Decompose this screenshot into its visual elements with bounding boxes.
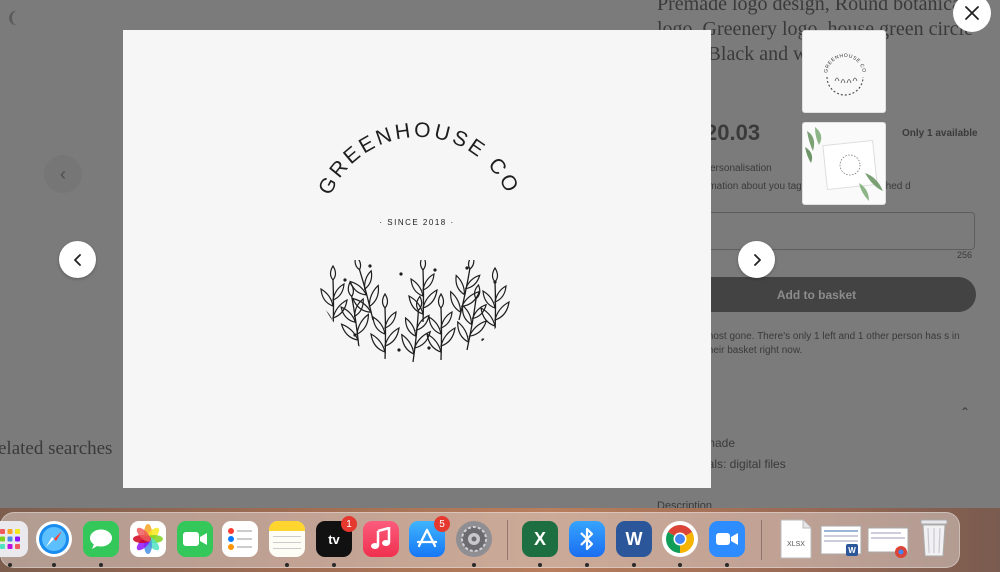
dock-app-store[interactable]: 5	[409, 516, 450, 557]
dock-excel[interactable]: X	[522, 521, 558, 557]
dock-running-indicator	[99, 563, 103, 567]
dock-music[interactable]	[363, 521, 399, 557]
trash-icon	[920, 519, 948, 557]
appletv-icon: tv	[328, 531, 340, 547]
dock-running-indicator	[678, 563, 682, 567]
chevron-left-icon	[73, 253, 81, 266]
dock-bluetooth[interactable]	[569, 521, 605, 557]
char-counter: 256	[957, 250, 973, 260]
listing-image-viewer: GREENHOUSE CO · SINCE 2018 ·	[123, 30, 711, 488]
zoom-icon	[716, 533, 738, 545]
xlsx-document-icon: XLSX	[780, 519, 812, 559]
chevron-right-icon	[753, 253, 761, 266]
dock-trash[interactable]	[916, 516, 952, 563]
chrome-document-icon	[867, 527, 909, 558]
dock-running-indicator	[725, 563, 729, 567]
dock-safari[interactable]	[36, 521, 72, 557]
facetime-icon	[183, 532, 207, 546]
dock-running-indicator	[8, 563, 12, 567]
description-heading: Description	[657, 500, 713, 508]
dock-facetime[interactable]	[177, 521, 213, 557]
dock-separator	[507, 520, 508, 560]
logo-arc-text: GREENHOUSE CO	[314, 119, 521, 199]
dock-reminders[interactable]	[222, 521, 258, 557]
dock-running-indicator	[285, 563, 289, 567]
thumbnail-2[interactable]	[802, 122, 886, 205]
bluetooth-icon	[580, 527, 594, 551]
safari-icon	[39, 524, 69, 554]
word-icon: W	[625, 528, 643, 549]
dock-apple-tv[interactable]: tv 1	[316, 516, 357, 557]
leaf-pattern-icon	[318, 260, 510, 364]
thumbnail-logo-icon: GREENHOUSE CO	[803, 31, 885, 112]
notes-icon	[269, 521, 305, 549]
dock-running-indicator	[585, 563, 589, 567]
dock-xlsx-document[interactable]: XLSX	[775, 518, 815, 565]
dock-photos[interactable]	[130, 521, 166, 557]
dock-word[interactable]: W	[616, 521, 652, 557]
next-image-button[interactable]	[738, 241, 775, 278]
dock-separator	[761, 520, 762, 560]
dock-running-indicator	[632, 563, 636, 567]
related-searches-heading: elated searches	[0, 438, 113, 459]
messages-icon	[90, 529, 112, 549]
settings-icon	[461, 526, 487, 552]
svg-text:GREENHOUSE CO: GREENHOUSE CO	[314, 119, 524, 199]
word-document-icon: W	[820, 525, 862, 556]
dock-chrome[interactable]	[662, 521, 698, 557]
dock-messages[interactable]	[83, 521, 119, 557]
stock-label: Only 1 available	[902, 128, 978, 139]
dock-word-document[interactable]: W	[820, 524, 864, 565]
dock-system-preferences[interactable]	[456, 521, 492, 557]
thumbnail-mockup-icon	[803, 123, 885, 204]
thumbnail-1[interactable]: GREENHOUSE CO	[802, 30, 886, 113]
launchpad-icon	[0, 529, 20, 549]
appstore-icon	[416, 528, 438, 548]
photos-icon	[133, 524, 163, 554]
chrome-icon	[666, 525, 694, 553]
personalisation-label: ersonalisation	[710, 163, 772, 174]
dock-zoom[interactable]	[709, 521, 745, 557]
dock-running-indicator	[538, 563, 542, 567]
music-icon	[371, 527, 391, 549]
dock-chrome-document[interactable]	[867, 526, 911, 565]
logo-since-text: · SINCE 2018 ·	[379, 218, 454, 227]
word-doc-label: W	[848, 546, 856, 555]
notification-badge: 1	[341, 516, 357, 532]
dock-running-indicator	[332, 563, 336, 567]
xlsx-label: XLSX	[787, 541, 805, 548]
almost-gone-notice: most gone. There's only 1 left and 1 oth…	[705, 331, 960, 356]
dock-launchpad[interactable]	[0, 521, 28, 557]
sticker-icon: ❨	[6, 10, 20, 27]
dock-notes[interactable]	[269, 521, 305, 557]
dock-running-indicator	[52, 563, 56, 567]
details-materials: ials: digital files	[705, 457, 786, 471]
dock-running-indicator	[472, 563, 476, 567]
close-icon	[965, 6, 979, 20]
chevron-up-icon[interactable]: ⌃	[960, 405, 970, 419]
excel-icon: X	[533, 528, 546, 549]
notification-badge: 5	[434, 516, 450, 532]
background-prev-arrow-icon: ‹	[44, 155, 82, 193]
listing-price: 20.03	[705, 120, 761, 145]
previous-image-button[interactable]	[59, 241, 96, 278]
greenhouse-logo: GREENHOUSE CO · SINCE 2018 ·	[314, 119, 524, 364]
reminders-icon	[228, 528, 252, 550]
